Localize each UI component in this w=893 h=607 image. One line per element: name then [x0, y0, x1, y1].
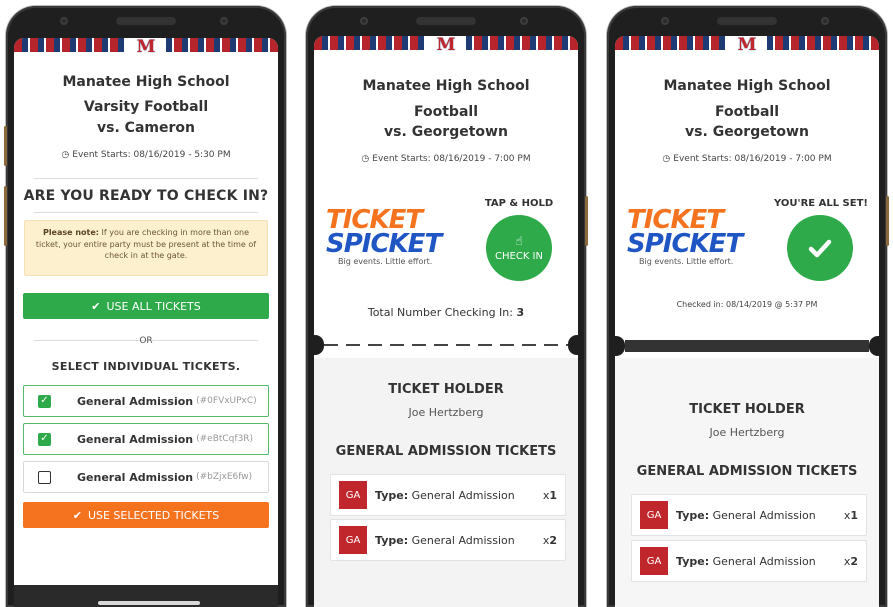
school-name: Manatee High School: [362, 78, 530, 94]
ticket-row: GA Type: General Admission x2: [330, 519, 566, 561]
screen-tap-hold: M Manatee High School Football vs. Georg…: [314, 36, 578, 607]
phone-side-button: [886, 196, 889, 246]
screen-check-in-select: M Manatee High School Varsity Football v…: [14, 38, 278, 607]
ticket-quantity: x1: [542, 488, 557, 502]
ticket-spicket-logo: TICKET SPICKET Big events. Little effort…: [627, 205, 743, 266]
ticket-row: GA Type: General Admission x1: [330, 474, 566, 516]
sport-name: Football: [715, 104, 779, 120]
speaker-grille: [717, 17, 777, 25]
ticket-quantity: x2: [843, 554, 858, 568]
checked-in-timestamp: Checked in: 08/14/2019 @ 5:37 PM: [676, 300, 818, 309]
ga-tickets-title: GENERAL ADMISSION TICKETS: [335, 444, 557, 459]
ga-badge: GA: [640, 501, 668, 529]
camera-dot: [661, 17, 669, 25]
ticket-option[interactable]: ✓ General Admission (#0FVxUPxC): [23, 385, 269, 417]
opponent-name: vs. Cameron: [97, 120, 195, 136]
clock-icon: ◷: [662, 154, 671, 164]
phone-side-button: [4, 126, 7, 166]
select-individual-title: SELECT INDIVIDUAL TICKETS.: [51, 360, 241, 373]
checkbox-unchecked[interactable]: [38, 470, 51, 484]
ticket-holder-name: Joe Hertzberg: [709, 426, 785, 439]
phone-frame-3: M Manatee High School Football vs. Georg…: [607, 6, 889, 607]
total-checking-in: Total Number Checking In: 3: [367, 306, 525, 319]
camera-dot: [360, 17, 368, 25]
sport-name: Football: [414, 104, 478, 120]
ga-tickets-title: GENERAL ADMISSION TICKETS: [636, 464, 858, 479]
sport-name: Varsity Football: [83, 99, 209, 115]
or-separator: OR: [139, 336, 153, 346]
checkbox-checked[interactable]: ✓: [38, 432, 51, 446]
clock-icon: ◷: [61, 150, 70, 160]
tap-hand-icon: ☝: [515, 234, 523, 248]
check-icon: ✔: [72, 508, 82, 522]
checkbox-checked[interactable]: ✓: [38, 394, 51, 408]
ticket-holder-title: TICKET HOLDER: [388, 382, 504, 397]
ga-badge: GA: [339, 481, 367, 509]
use-selected-tickets-button[interactable]: ✔ USE SELECTED TICKETS: [23, 502, 269, 528]
phone-frame-1: M Manatee High School Varsity Football v…: [4, 6, 286, 607]
speaker-grille: [416, 17, 476, 25]
check-icon: [808, 239, 832, 258]
ticket-option[interactable]: General Admission (#bZjxE6fw): [23, 461, 269, 493]
ticket-quantity: x1: [843, 508, 858, 522]
divider: [34, 178, 258, 179]
phone-frame-2: M Manatee High School Football vs. Georg…: [306, 6, 588, 607]
school-name: Manatee High School: [62, 74, 230, 90]
use-all-tickets-button[interactable]: ✔ USE ALL TICKETS: [23, 293, 269, 319]
event-start-time: ◷ Event Starts: 08/16/2019 - 7:00 PM: [662, 154, 832, 164]
ticket-tear-line: [615, 336, 879, 356]
event-start-time: ◷ Event Starts: 08/16/2019 - 5:30 PM: [61, 150, 231, 160]
ticket-spicket-logo: TICKET SPICKET Big events. Little effort…: [326, 205, 442, 266]
check-circle-icon: ✔: [91, 299, 101, 313]
ticket-holder-name: Joe Hertzberg: [408, 406, 484, 419]
checked-in-badge: [787, 215, 853, 281]
phone-side-button: [585, 196, 588, 246]
school-logo: M: [126, 38, 166, 64]
camera-dot: [821, 17, 829, 25]
speaker-grille: [116, 17, 176, 25]
ticket-row: GA Type: General Admission x2: [631, 540, 867, 582]
ticket-option[interactable]: ✓ General Admission (#eBtCqf3R): [23, 423, 269, 455]
camera-dot: [60, 17, 68, 25]
opponent-name: vs. Georgetown: [384, 124, 508, 140]
check-in-button[interactable]: ☝ CHECK IN: [486, 215, 552, 281]
ga-badge: GA: [640, 547, 668, 575]
school-name: Manatee High School: [663, 78, 831, 94]
clock-icon: ◷: [361, 154, 370, 164]
screen-checked-in: M Manatee High School Football vs. Georg…: [615, 36, 879, 607]
divider: [34, 212, 258, 213]
ticket-holder-title: TICKET HOLDER: [689, 402, 805, 417]
ga-badge: GA: [339, 526, 367, 554]
home-indicator[interactable]: [98, 601, 200, 605]
event-start-time: ◷ Event Starts: 08/16/2019 - 7:00 PM: [361, 154, 531, 164]
phone-side-button: [4, 186, 7, 246]
school-logo: M: [426, 36, 466, 62]
school-logo: M: [727, 36, 767, 62]
checkin-notice: Please note: If you are checking in more…: [24, 220, 268, 276]
camera-dot: [220, 17, 228, 25]
opponent-name: vs. Georgetown: [685, 124, 809, 140]
camera-dot: [520, 17, 528, 25]
all-set-title: YOU'RE ALL SET!: [774, 198, 868, 209]
ready-title: ARE YOU READY TO CHECK IN?: [23, 188, 269, 204]
ticket-quantity: x2: [542, 533, 557, 547]
ticket-row: GA Type: General Admission x1: [631, 494, 867, 536]
tap-hold-title: TAP & HOLD: [484, 198, 554, 209]
ticket-tear-line: [314, 335, 578, 355]
